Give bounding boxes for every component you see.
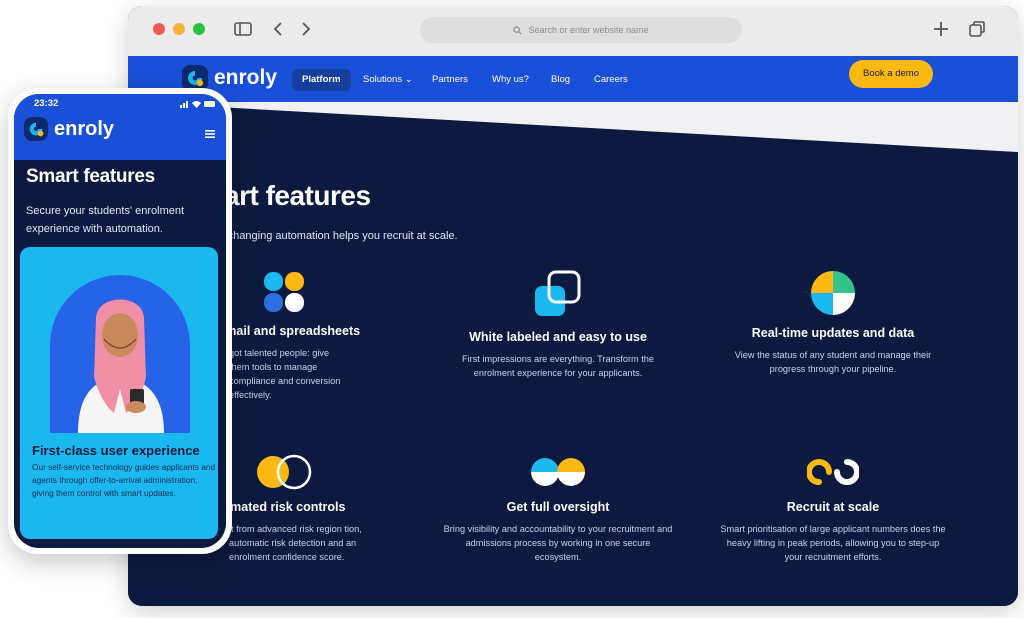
address-bar[interactable]: Search or enter website name [420,17,742,43]
brand-name: enroly [54,117,115,140]
browser-window: Search or enter website name enroly Plat… [128,6,1018,606]
forward-icon[interactable] [294,18,316,40]
brand-name: enroly [214,66,278,89]
enroly-logo-icon [24,117,48,141]
phone-logo[interactable]: enroly [24,117,114,141]
feature-card: Real-time updates and data View the stat… [718,270,948,376]
status-time: 23:32 [34,98,59,109]
search-icon [513,25,522,34]
nav-partners[interactable]: Partners [422,69,478,91]
feature-card: Get full oversight Bring visibility and … [443,454,673,564]
card-description: Our self-service technology guides appli… [32,462,216,498]
tab-overview-icon[interactable] [966,18,988,40]
section-subheading: -changing automation helps you recruit a… [224,230,458,242]
feature-description: Smart prioritisation of large applicant … [720,524,946,562]
book-demo-button[interactable]: Book a demo [849,60,933,88]
browser-toolbar: Search or enter website name [128,6,1018,56]
back-icon[interactable] [268,18,290,40]
feature-description: First impressions are everything. Transf… [462,354,654,378]
section-heading: art features [224,180,371,211]
slanted-divider [128,102,1018,152]
feature-card: Recruit at scale Smart prioritisation of… [718,454,948,564]
sidebar-toggle-icon[interactable] [232,18,254,40]
quadrant-circle-icon [811,271,855,315]
status-icons [180,101,215,108]
nav-why-us[interactable]: Why us? [482,69,539,91]
clover-icon [264,272,304,312]
feature-highlight-card: First-class user experience Our self-ser… [20,247,218,539]
nav-blog[interactable]: Blog [541,69,580,91]
feature-title: Get full oversight [506,500,610,514]
link-rings-icon [807,459,859,485]
phone-screen: 23:32 enroly Smart features Secure your … [14,94,226,548]
phone-header: 23:32 enroly [14,94,226,160]
minimize-window-button[interactable] [173,23,185,35]
nav-platform[interactable]: Platform [292,69,351,91]
overlap-squares-icon [535,270,581,316]
feature-description: Bring visibility and accountability to y… [443,524,673,562]
feature-card: White labeled and easy to use First impr… [443,270,673,380]
phone-frame: 23:32 enroly Smart features Secure your … [8,88,232,554]
hamburger-menu-icon[interactable] [204,129,216,139]
maximize-window-button[interactable] [193,23,205,35]
double-circle-icon [257,454,312,490]
half-circles-icon [531,458,585,486]
feature-title: Real-time updates and data [751,326,915,340]
feature-title: White labeled and easy to use [469,330,647,344]
address-placeholder: Search or enter website name [528,25,649,35]
nav-solutions[interactable]: Solutions ⌄ [353,69,423,91]
phone-page-title: Smart features [26,166,155,187]
card-title: First-class user experience [32,443,200,458]
feature-title: Recruit at scale [786,500,880,514]
phone-page-subtitle: Secure your students' enrolment experien… [26,205,185,235]
new-tab-icon[interactable] [930,18,952,40]
feature-description: View the status of any student and manag… [734,350,932,374]
nav-careers[interactable]: Careers [584,69,638,91]
close-window-button[interactable] [153,23,165,35]
student-photo [50,275,190,433]
